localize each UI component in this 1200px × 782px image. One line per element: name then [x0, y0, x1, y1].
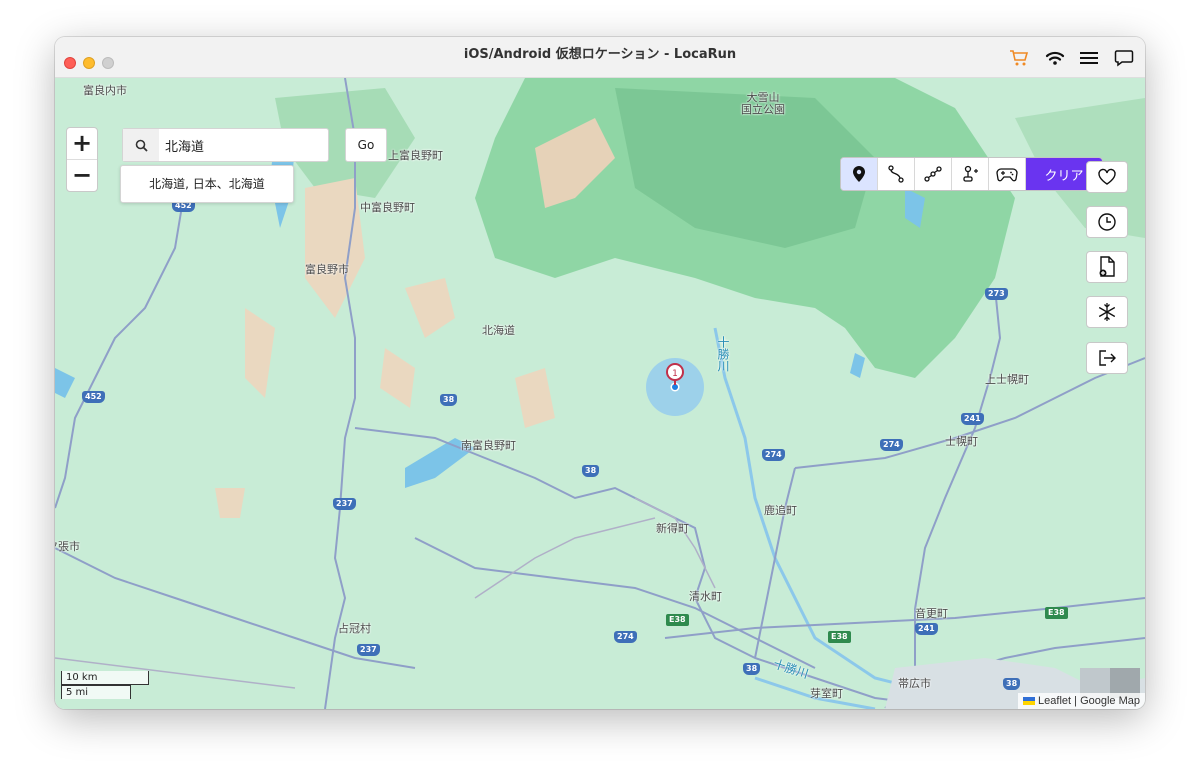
search-input[interactable] [165, 135, 315, 155]
route-shield-237b: 237 [357, 644, 380, 656]
route-shield-274c: 274 [614, 631, 637, 643]
label-furano: 富良野市 [305, 263, 349, 276]
zoom-in-button[interactable]: + [67, 128, 97, 159]
freeze-icon [1098, 303, 1116, 321]
route-shield-38b: 38 [582, 465, 600, 477]
scale-metric: 10 km [61, 671, 149, 685]
import-file-icon [1099, 256, 1115, 277]
label-taisetsuzan: 大雪山 国立公園 [741, 91, 785, 116]
window-title: iOS/Android 仮想ロケーション - LocaRun [463, 47, 737, 62]
two-spot-icon[interactable] [878, 158, 915, 190]
zoom-out-button[interactable]: − [67, 159, 97, 191]
label-shimizu: 清水町 [689, 590, 722, 603]
ukraine-flag-icon [1023, 697, 1036, 706]
label-hokkaido: 北海道 [482, 324, 515, 337]
label-shimukappu: 占冠村 [338, 622, 371, 635]
menu-icon[interactable] [1078, 47, 1100, 69]
freeze-button[interactable] [1086, 296, 1128, 328]
label-shihoro: 士幌町 [945, 435, 978, 448]
label-kamifurano: 上富良野町 [388, 149, 443, 162]
scale-bar: 10 km 5 mi [61, 671, 149, 699]
route-shield-237a: 237 [333, 498, 356, 510]
search-suggestion[interactable]: 北海道, 日本、北海道 [120, 165, 294, 203]
exit-button[interactable] [1086, 342, 1128, 374]
route-shield-38c: 38 [743, 663, 761, 675]
route-shield-e38a: E38 [666, 614, 689, 626]
label-nakafurano: 中富良野町 [360, 201, 415, 214]
label-minamifurano: 南富良野町 [461, 439, 516, 452]
import-gpx-button[interactable] [1086, 251, 1128, 283]
route-shield-273: 273 [985, 288, 1008, 300]
provider-link[interactable]: Google Map [1080, 695, 1140, 707]
label-memuro: 芽室町 [810, 687, 843, 700]
route-shield-38d: 38 [1003, 678, 1021, 690]
route-shield-e38c: E38 [1045, 607, 1068, 619]
scale-imperial: 5 mi [61, 685, 131, 699]
label-left-edge: 夕張市 [55, 540, 80, 553]
history-icon [1098, 213, 1116, 231]
label-shikaoi: 鹿追町 [764, 504, 797, 517]
route-shield-274a: 274 [880, 439, 903, 451]
route-shield-274b: 274 [762, 449, 785, 461]
label-shintoku: 新得町 [656, 522, 689, 535]
favorites-button[interactable] [1086, 161, 1128, 193]
route-shield-241b: 241 [915, 623, 938, 635]
heart-icon [1098, 168, 1116, 185]
label-obihiro: 帯広市 [898, 677, 931, 690]
map-view[interactable]: 1 大雪山 国立公園 上富良野町 中富良野町 富良野市 北海道 十勝川 上士幌町… [55, 78, 1145, 709]
wifi-icon[interactable] [1044, 47, 1066, 69]
leaflet-link[interactable]: Leaflet [1038, 695, 1071, 707]
multi-spot-icon[interactable] [915, 158, 952, 190]
route-shield-241a: 241 [961, 413, 984, 425]
route-shield-38a: 38 [440, 394, 458, 406]
route-shield-452b: 452 [82, 391, 105, 403]
route-shield-e38b: E38 [828, 631, 851, 643]
title-bar: iOS/Android 仮想ロケーション - LocaRun [55, 37, 1145, 78]
zoom-control: + − [66, 127, 98, 192]
go-button[interactable]: Go [345, 128, 387, 162]
search-box [122, 128, 329, 162]
map-attribution: Leaflet | Google Map [1018, 693, 1145, 709]
teleport-icon[interactable] [841, 158, 878, 190]
chat-icon[interactable] [1113, 47, 1135, 69]
exit-icon [1099, 350, 1116, 366]
label-tokachigawa-north: 十勝川 [716, 336, 730, 372]
mode-toolbar: クリア [840, 157, 1103, 191]
gamepad-icon[interactable] [989, 158, 1026, 190]
attribution-separator: | [1074, 695, 1077, 707]
label-otofuke: 音更町 [915, 607, 948, 620]
cart-icon[interactable] [1008, 47, 1030, 69]
label-kamishihoro: 上士幌町 [985, 373, 1029, 386]
pin-label: 1 [672, 369, 678, 379]
search-icon [123, 129, 159, 161]
joystick-icon[interactable] [952, 158, 989, 190]
label-top-edge: 富良内市 [83, 84, 127, 97]
history-button[interactable] [1086, 206, 1128, 238]
app-window: iOS/Android 仮想ロケーション - LocaRun 1 大雪山 国立公… [55, 37, 1145, 709]
